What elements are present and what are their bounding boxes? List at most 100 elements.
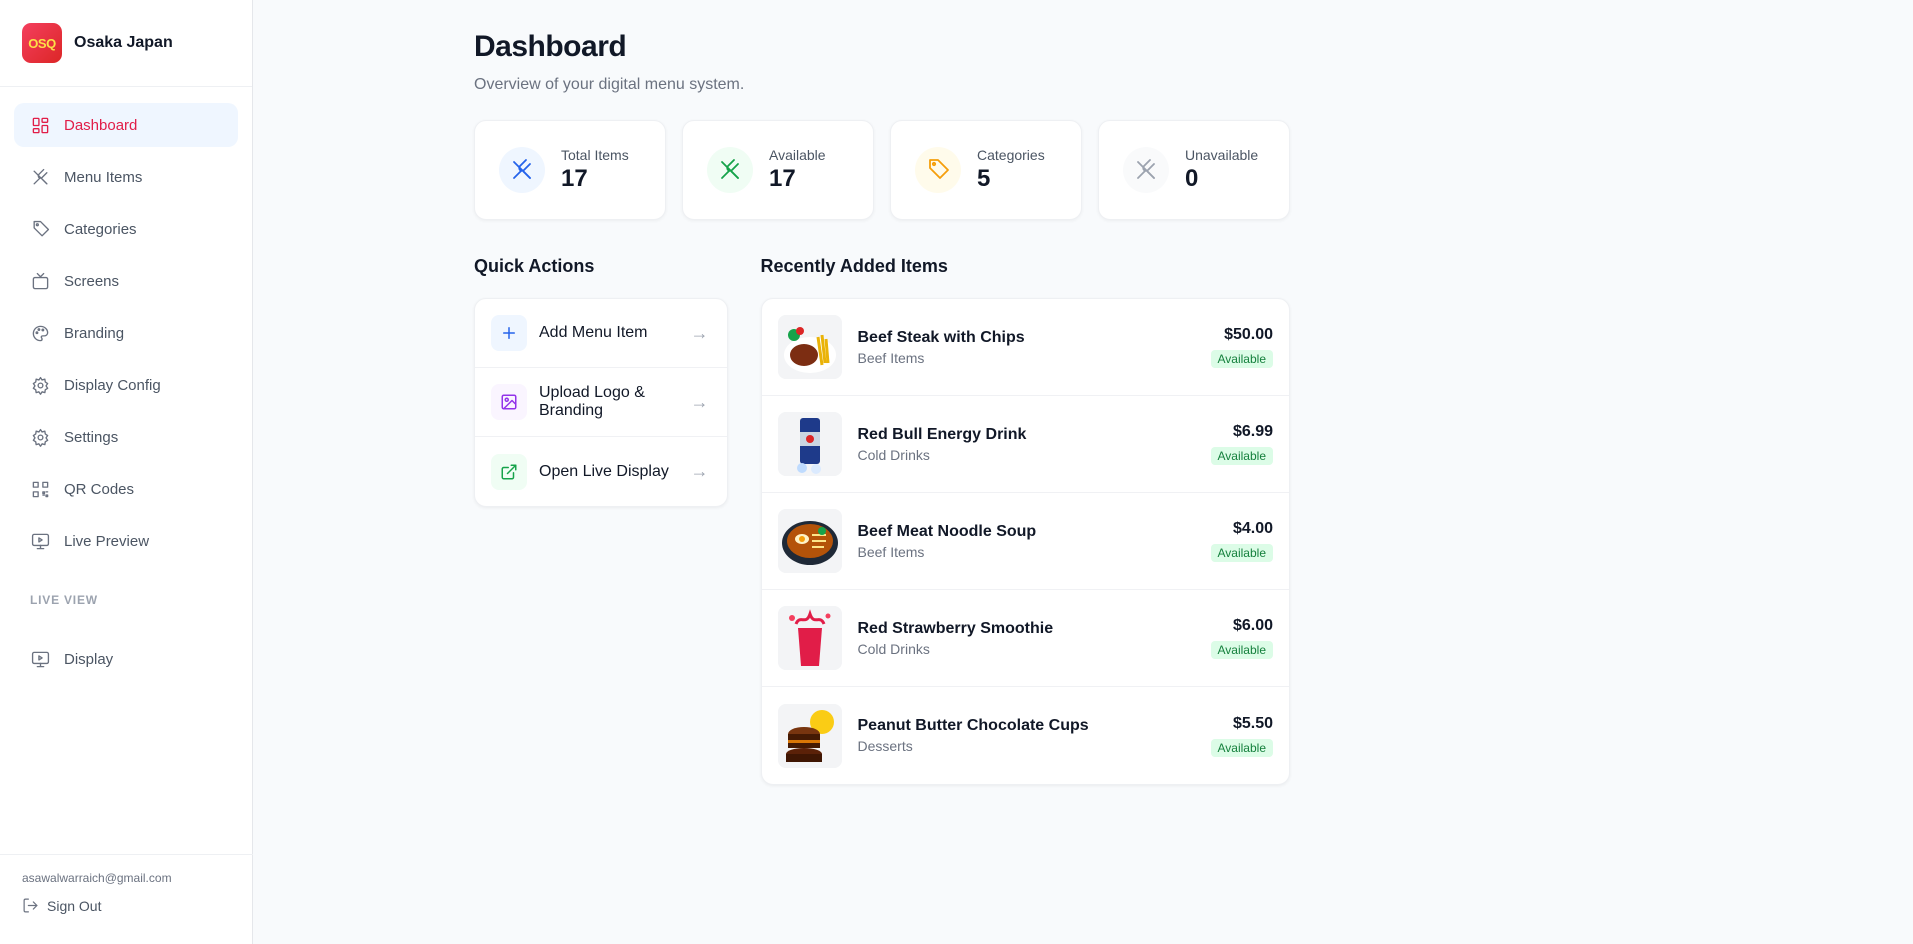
stat-label: Total Items bbox=[561, 147, 629, 163]
item-thumbnail bbox=[777, 315, 842, 379]
stat-value: 17 bbox=[561, 165, 588, 192]
sidebar-item-menu-items[interactable]: Menu Items bbox=[14, 155, 238, 199]
sign-out-icon bbox=[23, 898, 38, 913]
sidebar-item-label: QR Codes bbox=[64, 480, 135, 498]
sidebar-item-settings[interactable]: Settings bbox=[14, 415, 238, 459]
tag-icon bbox=[30, 219, 50, 239]
recent-items-title: Recently Added Items bbox=[760, 256, 948, 276]
qr-code-icon bbox=[30, 479, 50, 499]
sidebar-item-branding[interactable]: Branding bbox=[14, 311, 238, 355]
utensils-icon bbox=[499, 147, 545, 193]
quick-actions-card: Add Menu Item → Upload Logo & Branding →… bbox=[474, 298, 728, 507]
stats-row: Total Items 17 Available 17 Categories 5 bbox=[474, 120, 1290, 220]
item-price: $5.50 bbox=[1232, 714, 1273, 732]
sidebar-item-screens[interactable]: Screens bbox=[14, 259, 238, 303]
stat-card-unavailable: Unavailable 0 bbox=[1098, 120, 1290, 220]
gear-icon bbox=[30, 375, 50, 395]
item-name: Red Bull Energy Drink bbox=[857, 425, 1027, 443]
item-name: Peanut Butter Chocolate Cups bbox=[857, 717, 1089, 734]
page-title: Dashboard bbox=[474, 30, 627, 63]
status-badge: Available bbox=[1210, 738, 1273, 757]
sidebar-nav: Dashboard Menu Items Categories Screens … bbox=[0, 87, 252, 563]
sidebar-item-label: Menu Items bbox=[64, 168, 143, 186]
arrow-right-icon: → bbox=[690, 461, 709, 481]
item-price: $4.00 bbox=[1232, 520, 1273, 537]
stat-card-total-items: Total Items 17 bbox=[474, 120, 666, 220]
sidebar-item-categories[interactable]: Categories bbox=[14, 207, 238, 251]
sidebar-item-label: Live Preview bbox=[64, 532, 150, 550]
lower-section: Quick Actions Add Menu Item → Upload Log… bbox=[474, 256, 1290, 785]
stat-value: 17 bbox=[769, 165, 796, 192]
sidebar-item-label: Screens bbox=[64, 272, 120, 290]
tag-icon bbox=[915, 147, 961, 193]
item-price: $6.99 bbox=[1232, 423, 1273, 440]
stat-value: 5 bbox=[977, 165, 991, 192]
main-content: Dashboard Overview of your digital menu … bbox=[474, 30, 1290, 785]
dashboard-icon bbox=[30, 115, 50, 135]
list-item[interactable]: Red Strawberry Smoothie Cold Drinks $6.0… bbox=[761, 590, 1289, 687]
status-badge: Available bbox=[1210, 641, 1273, 659]
sidebar-item-label: Branding bbox=[64, 324, 125, 342]
utensils-icon bbox=[1123, 147, 1169, 193]
quick-action-label: Open Live Display bbox=[539, 462, 669, 480]
monitor-play-icon bbox=[30, 649, 50, 669]
brand-name: Osaka Japan bbox=[74, 34, 173, 51]
sidebar-item-live-preview[interactable]: Live Preview bbox=[14, 519, 238, 563]
utensils-icon bbox=[707, 147, 753, 193]
page-subtitle: Overview of your digital menu system. bbox=[474, 76, 745, 93]
recently-added-items: Recently Added Items Beef Steak with Chi… bbox=[760, 256, 1290, 785]
list-item[interactable]: Beef Steak with Chips Beef Items $50.00 … bbox=[761, 299, 1289, 396]
arrow-right-icon: → bbox=[690, 322, 709, 343]
nav-section-live-view: LIVE VIEW bbox=[30, 593, 98, 607]
arrow-right-icon: → bbox=[690, 391, 709, 412]
stat-value: 0 bbox=[1185, 165, 1199, 192]
sidebar-item-label: Display Config bbox=[64, 376, 161, 394]
status-badge: Available bbox=[1210, 544, 1273, 562]
monitor-play-icon bbox=[30, 531, 50, 551]
palette-icon bbox=[30, 323, 50, 343]
sidebar-item-qr-codes[interactable]: QR Codes bbox=[14, 467, 238, 511]
item-thumbnail bbox=[777, 606, 842, 670]
quick-action-label: Add Menu Item bbox=[539, 324, 648, 341]
stat-label: Unavailable bbox=[1185, 147, 1259, 163]
item-category: Desserts bbox=[857, 738, 913, 754]
item-category: Beef Items bbox=[857, 349, 925, 366]
plus-icon bbox=[491, 315, 527, 351]
sidebar-item-display[interactable]: Display bbox=[14, 637, 238, 681]
stat-label: Categories bbox=[977, 147, 1045, 163]
item-name: Beef Meat Noodle Soup bbox=[857, 522, 1037, 540]
sidebar-item-label: Display bbox=[64, 650, 114, 668]
sign-out-label: Sign Out bbox=[47, 897, 102, 914]
item-price: $50.00 bbox=[1224, 326, 1273, 343]
item-category: Cold Drinks bbox=[857, 446, 930, 463]
sidebar-item-dashboard[interactable]: Dashboard bbox=[14, 103, 238, 147]
item-thumbnail bbox=[777, 412, 842, 476]
brand-header: OSQ Osaka Japan bbox=[0, 0, 252, 87]
gear-icon bbox=[30, 427, 50, 447]
sidebar-item-label: Settings bbox=[64, 428, 119, 446]
sidebar-nav-live: Display bbox=[0, 629, 252, 681]
item-thumbnail bbox=[777, 509, 842, 573]
add-menu-item-button[interactable]: Add Menu Item → bbox=[475, 299, 727, 368]
list-item[interactable]: Red Bull Energy Drink Cold Drinks $6.99 … bbox=[761, 396, 1289, 493]
sign-out-button[interactable]: Sign Out bbox=[22, 897, 231, 914]
open-live-display-button[interactable]: Open Live Display → bbox=[475, 437, 727, 506]
stat-label: Available bbox=[769, 147, 826, 163]
stat-card-available: Available 17 bbox=[682, 120, 874, 220]
recent-items-card: Beef Steak with Chips Beef Items $50.00 … bbox=[760, 298, 1290, 785]
stat-card-categories: Categories 5 bbox=[890, 120, 1082, 220]
external-link-icon bbox=[491, 453, 527, 490]
list-item[interactable]: Peanut Butter Chocolate Cups Desserts $5… bbox=[762, 687, 1290, 784]
sidebar-item-display-config[interactable]: Display Config bbox=[14, 363, 238, 407]
item-thumbnail bbox=[777, 703, 842, 768]
status-badge: Available bbox=[1210, 350, 1273, 368]
item-category: Beef Items bbox=[857, 543, 925, 560]
list-item[interactable]: Beef Meat Noodle Soup Beef Items $4.00 A… bbox=[761, 493, 1289, 590]
user-email: asawalwarraich@gmail.com bbox=[22, 871, 172, 885]
item-name: Red Strawberry Smoothie bbox=[857, 619, 1054, 637]
quick-action-label: Upload Logo & Branding bbox=[539, 384, 645, 419]
tv-icon bbox=[30, 271, 50, 291]
upload-logo-branding-button[interactable]: Upload Logo & Branding → bbox=[475, 368, 727, 437]
sidebar-item-label: Dashboard bbox=[64, 116, 138, 134]
sidebar-item-label: Categories bbox=[64, 220, 137, 238]
